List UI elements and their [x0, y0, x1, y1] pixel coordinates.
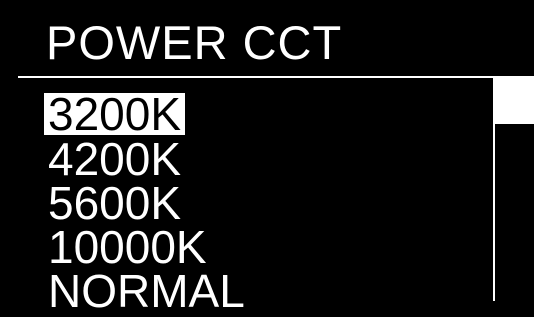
option-row-4200k[interactable]: 4200K [44, 136, 249, 182]
option-row-normal[interactable]: NORMAL [44, 268, 249, 314]
option-row-3200k[interactable]: 3200K [44, 91, 249, 137]
option-10000k[interactable]: 10000K [44, 224, 249, 270]
display-screen: POWER CCT 3200K 4200K 5600K 10000K NORMA… [0, 0, 534, 314]
option-row-10000k[interactable]: 10000K [44, 224, 249, 270]
option-row-5600k[interactable]: 5600K [44, 180, 249, 226]
option-normal[interactable]: NORMAL [44, 268, 249, 314]
scrollbar-thumb[interactable] [495, 78, 534, 124]
option-4200k[interactable]: 4200K [44, 136, 249, 182]
title-divider [18, 76, 534, 78]
option-3200k[interactable]: 3200K [44, 91, 186, 137]
menu-title: POWER CCT [46, 16, 343, 69]
cct-option-list: 3200K 4200K 5600K 10000K NORMAL [44, 91, 249, 314]
option-5600k[interactable]: 5600K [44, 180, 249, 226]
